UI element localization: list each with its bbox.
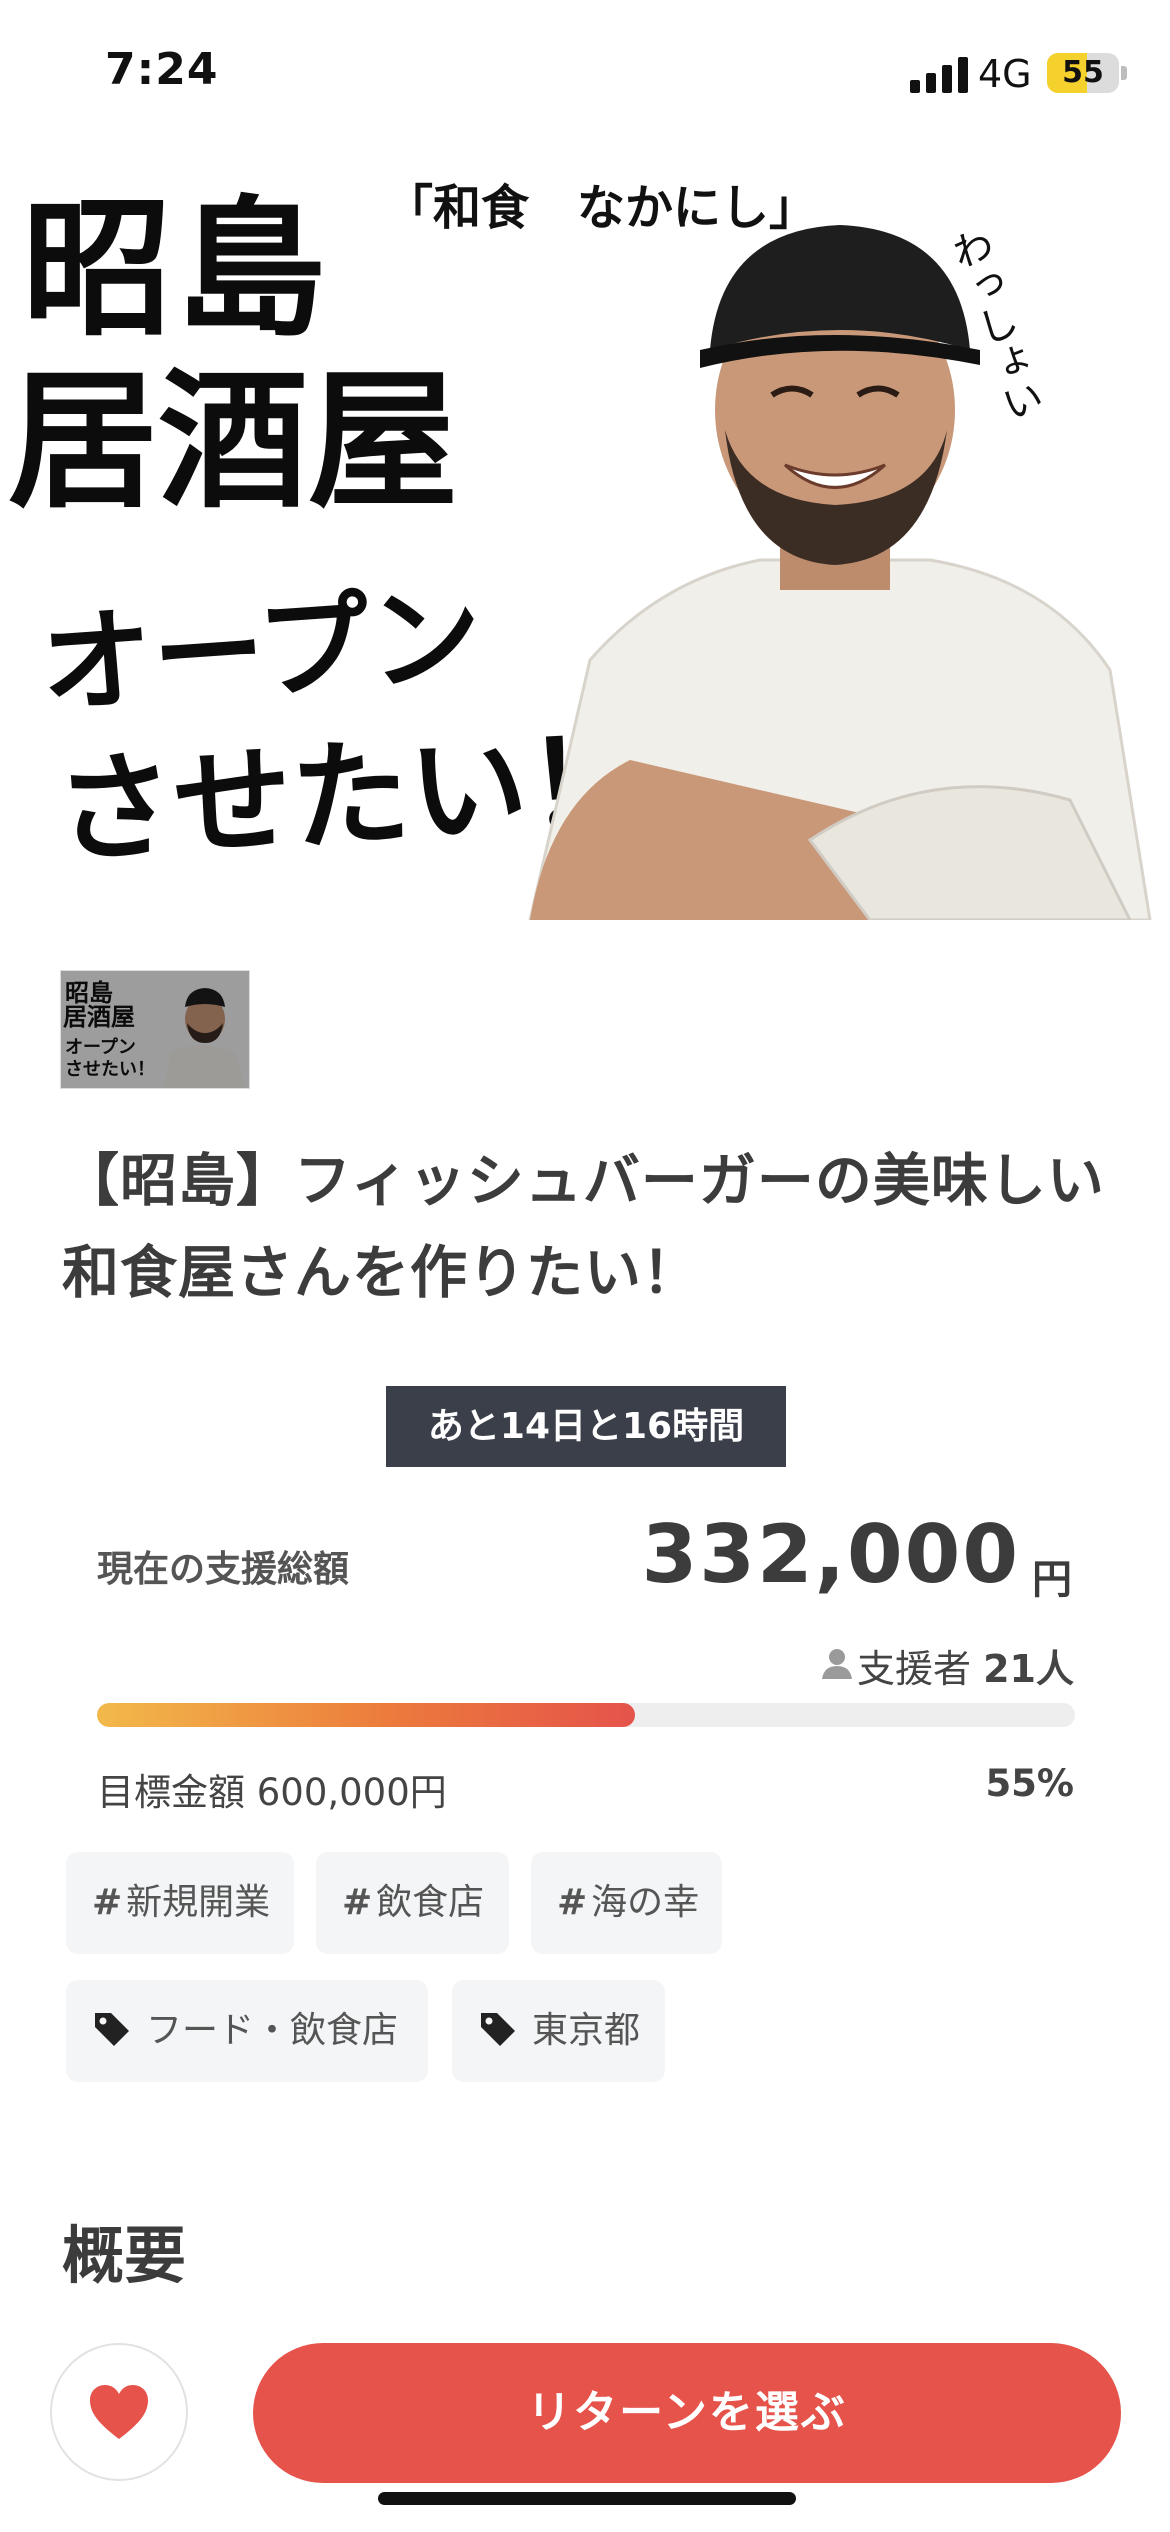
tag-icon bbox=[481, 2013, 515, 2046]
person-icon bbox=[822, 1649, 852, 1679]
category-label: フード・飲食店 bbox=[146, 2010, 399, 2051]
funding-progress-fill bbox=[97, 1703, 635, 1727]
favorite-button[interactable] bbox=[50, 2343, 188, 2481]
hero-image[interactable]: 昭島 居酒屋 「和食 なかにし」 オープン させたい！ わっしょい bbox=[0, 140, 1170, 920]
chef-photo bbox=[528, 225, 1152, 920]
backers-label: 支援者 bbox=[857, 1647, 972, 1691]
heart-icon bbox=[90, 2385, 148, 2439]
thumb-selected-overlay bbox=[61, 971, 249, 1088]
project-title: 【昭島】フィッシュバーガーの美味しい和食屋さんを作りたい！ bbox=[62, 1148, 1105, 1306]
network-type: 4G bbox=[978, 52, 1032, 96]
hashtag-label: 海の幸 bbox=[591, 1882, 700, 1923]
total-support-label: 現在の支援総額 bbox=[97, 1549, 350, 1590]
hashtag-label: 飲食店 bbox=[376, 1882, 485, 1923]
battery-cap bbox=[1121, 66, 1127, 80]
hashtag-seafood[interactable]: # 海の幸 bbox=[531, 1852, 722, 1954]
cellular-signal-icon bbox=[910, 57, 968, 93]
tag-icon bbox=[95, 2013, 129, 2046]
goal-amount: 目標金額 600,000円 bbox=[97, 1771, 447, 1814]
overview-heading: 概要 bbox=[62, 2219, 187, 2292]
hash-symbol: # bbox=[92, 1882, 123, 1923]
category-tag-food[interactable]: フード・飲食店 bbox=[66, 1980, 428, 2082]
backers-number: 21人 bbox=[983, 1647, 1074, 1691]
funding-percent: 55% bbox=[985, 1762, 1074, 1805]
battery-icon: 55 bbox=[1047, 53, 1119, 93]
image-thumbnail[interactable]: 昭島 居酒屋 オープン させたい！ bbox=[60, 970, 250, 1089]
battery-level: 55 bbox=[1062, 55, 1104, 90]
category-label: 東京都 bbox=[532, 2010, 641, 2051]
time-remaining-badge: あと14日と16時間 bbox=[386, 1386, 786, 1467]
funding-progress-bar bbox=[97, 1703, 1075, 1727]
currency-label: 円 bbox=[1032, 1557, 1072, 1603]
hash-symbol: # bbox=[557, 1882, 588, 1923]
select-return-button[interactable]: リターンを選ぶ bbox=[253, 2343, 1121, 2483]
status-time: 7:24 bbox=[105, 44, 219, 95]
hashtag-label: 新規開業 bbox=[126, 1882, 271, 1923]
hashtag-restaurant[interactable]: # 飲食店 bbox=[316, 1852, 509, 1954]
hero-headline-2: 居酒屋 bbox=[8, 353, 459, 529]
hashtag-new-business[interactable]: # 新規開業 bbox=[66, 1852, 294, 1954]
hash-symbol: # bbox=[342, 1882, 373, 1923]
total-support-amount: 332,000 bbox=[641, 1508, 1020, 1601]
backers-count: 支援者 21人 bbox=[857, 1638, 1074, 1693]
category-tag-tokyo[interactable]: 東京都 bbox=[452, 1980, 665, 2082]
home-indicator bbox=[378, 2492, 796, 2505]
